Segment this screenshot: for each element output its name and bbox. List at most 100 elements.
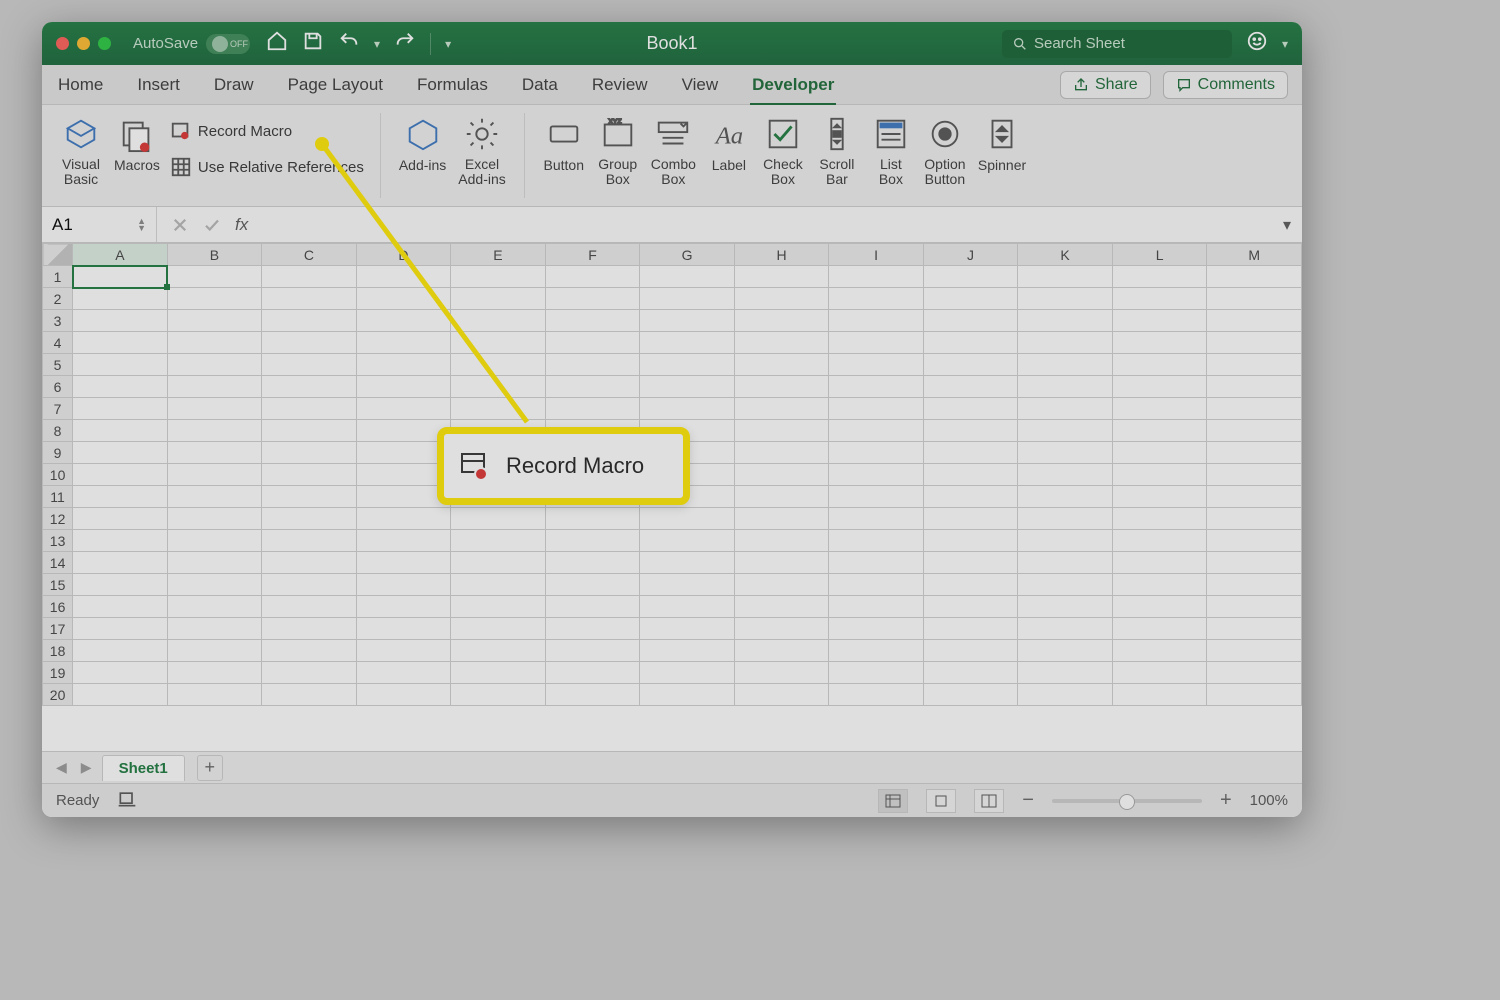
addins-button[interactable]: Add-ins xyxy=(393,111,452,177)
tab-formulas[interactable]: Formulas xyxy=(415,67,490,103)
cell-A15[interactable] xyxy=(73,574,168,596)
tab-developer[interactable]: Developer xyxy=(750,67,836,103)
cell-J18[interactable] xyxy=(923,640,1018,662)
search-sheet-input[interactable]: Search Sheet xyxy=(1002,30,1232,58)
expand-formula-bar-icon[interactable]: ▾ xyxy=(1272,215,1302,235)
cell-A5[interactable] xyxy=(73,354,168,376)
cell-B8[interactable] xyxy=(167,420,262,442)
comments-button[interactable]: Comments xyxy=(1163,71,1288,99)
cell-G4[interactable] xyxy=(640,332,735,354)
cell-B3[interactable] xyxy=(167,310,262,332)
cell-E1[interactable] xyxy=(451,266,546,288)
cell-B16[interactable] xyxy=(167,596,262,618)
redo-icon[interactable] xyxy=(394,30,416,57)
cell-I17[interactable] xyxy=(829,618,924,640)
cell-M17[interactable] xyxy=(1207,618,1302,640)
column-header-K[interactable]: K xyxy=(1018,244,1113,266)
cell-J3[interactable] xyxy=(923,310,1018,332)
namebox-stepper-icon[interactable]: ▲▼ xyxy=(137,218,146,231)
macros-button[interactable]: Macros xyxy=(108,111,166,177)
cell-K18[interactable] xyxy=(1018,640,1113,662)
row-header-2[interactable]: 2 xyxy=(43,288,73,310)
accept-formula-icon[interactable] xyxy=(203,216,221,234)
add-sheet-button[interactable]: + xyxy=(197,755,223,781)
cell-I9[interactable] xyxy=(829,442,924,464)
page-layout-view-button[interactable] xyxy=(926,789,956,813)
column-header-D[interactable]: D xyxy=(356,244,451,266)
cell-I14[interactable] xyxy=(829,552,924,574)
cell-J19[interactable] xyxy=(923,662,1018,684)
cell-K8[interactable] xyxy=(1018,420,1113,442)
excel-addins-button[interactable]: Excel Add-ins xyxy=(452,111,511,192)
cell-B14[interactable] xyxy=(167,552,262,574)
cell-K3[interactable] xyxy=(1018,310,1113,332)
cell-C7[interactable] xyxy=(262,398,357,420)
cell-M13[interactable] xyxy=(1207,530,1302,552)
cell-G18[interactable] xyxy=(640,640,735,662)
cell-J16[interactable] xyxy=(923,596,1018,618)
cell-G19[interactable] xyxy=(640,662,735,684)
visual-basic-button[interactable]: Visual Basic xyxy=(54,111,108,192)
cell-L14[interactable] xyxy=(1112,552,1207,574)
cell-B18[interactable] xyxy=(167,640,262,662)
cell-L1[interactable] xyxy=(1112,266,1207,288)
cell-B9[interactable] xyxy=(167,442,262,464)
cell-K15[interactable] xyxy=(1018,574,1113,596)
cell-M12[interactable] xyxy=(1207,508,1302,530)
cell-J9[interactable] xyxy=(923,442,1018,464)
cell-F4[interactable] xyxy=(545,332,640,354)
cell-G1[interactable] xyxy=(640,266,735,288)
cell-C8[interactable] xyxy=(262,420,357,442)
cell-C10[interactable] xyxy=(262,464,357,486)
cell-E5[interactable] xyxy=(451,354,546,376)
row-header-3[interactable]: 3 xyxy=(43,310,73,332)
cell-G17[interactable] xyxy=(640,618,735,640)
cell-D7[interactable] xyxy=(356,398,451,420)
cell-K5[interactable] xyxy=(1018,354,1113,376)
cell-K12[interactable] xyxy=(1018,508,1113,530)
cell-H16[interactable] xyxy=(734,596,829,618)
cell-C16[interactable] xyxy=(262,596,357,618)
cell-F1[interactable] xyxy=(545,266,640,288)
cell-C9[interactable] xyxy=(262,442,357,464)
cell-B15[interactable] xyxy=(167,574,262,596)
cell-A19[interactable] xyxy=(73,662,168,684)
cell-C3[interactable] xyxy=(262,310,357,332)
name-box[interactable]: A1 ▲▼ xyxy=(42,207,157,242)
use-relative-references-button[interactable]: Use Relative References xyxy=(166,153,368,181)
fx-label[interactable]: fx xyxy=(235,215,248,235)
zoom-out-button[interactable]: − xyxy=(1022,789,1034,812)
tab-home[interactable]: Home xyxy=(56,67,105,103)
formula-input[interactable] xyxy=(262,207,1272,242)
macro-record-status-icon[interactable] xyxy=(117,789,137,813)
cell-M5[interactable] xyxy=(1207,354,1302,376)
cell-M19[interactable] xyxy=(1207,662,1302,684)
check-box-control[interactable]: Check Box xyxy=(756,111,810,192)
cell-G7[interactable] xyxy=(640,398,735,420)
cell-E16[interactable] xyxy=(451,596,546,618)
cell-L5[interactable] xyxy=(1112,354,1207,376)
cell-H10[interactable] xyxy=(734,464,829,486)
cancel-formula-icon[interactable] xyxy=(171,216,189,234)
cell-C20[interactable] xyxy=(262,684,357,706)
cell-I15[interactable] xyxy=(829,574,924,596)
cell-H4[interactable] xyxy=(734,332,829,354)
cell-A11[interactable] xyxy=(73,486,168,508)
cell-C5[interactable] xyxy=(262,354,357,376)
cell-D19[interactable] xyxy=(356,662,451,684)
cell-C19[interactable] xyxy=(262,662,357,684)
cell-E13[interactable] xyxy=(451,530,546,552)
cell-M6[interactable] xyxy=(1207,376,1302,398)
cell-D18[interactable] xyxy=(356,640,451,662)
cell-M3[interactable] xyxy=(1207,310,1302,332)
cell-F14[interactable] xyxy=(545,552,640,574)
cell-F19[interactable] xyxy=(545,662,640,684)
cell-E4[interactable] xyxy=(451,332,546,354)
cell-C4[interactable] xyxy=(262,332,357,354)
cell-J11[interactable] xyxy=(923,486,1018,508)
row-header-5[interactable]: 5 xyxy=(43,354,73,376)
cell-B12[interactable] xyxy=(167,508,262,530)
cell-B19[interactable] xyxy=(167,662,262,684)
cell-H7[interactable] xyxy=(734,398,829,420)
cell-M14[interactable] xyxy=(1207,552,1302,574)
